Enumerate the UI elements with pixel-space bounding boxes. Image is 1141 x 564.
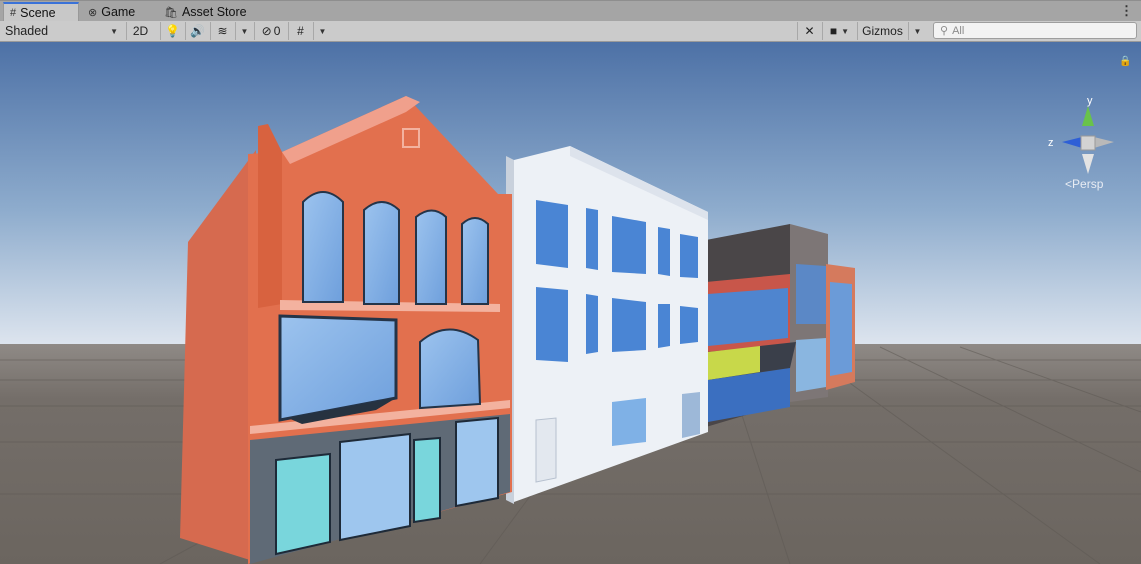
tab-asset-store-label: Asset Store	[181, 5, 247, 19]
search-field[interactable]: ⚲ All	[933, 22, 1137, 39]
chevron-down-icon: ▼	[841, 26, 850, 36]
chevron-left-icon: <	[1065, 177, 1073, 191]
eye-slash-icon: ⊘	[261, 24, 272, 38]
gizmos-button[interactable]: Gizmos	[857, 22, 907, 40]
gizmo-z-label: z	[1048, 137, 1054, 149]
gizmo-y-label: y	[1087, 95, 1093, 107]
audio-toggle[interactable]: 🔊	[185, 22, 209, 40]
tab-scene[interactable]: # Scene	[3, 2, 79, 22]
scene-viewport[interactable]: y z 🔒 <Persp	[0, 42, 1141, 564]
tools-button[interactable]: ✕	[797, 22, 821, 40]
grid-icon: #	[297, 24, 304, 38]
gizmo-z-axis-icon[interactable]	[1062, 137, 1082, 148]
grid-dropdown[interactable]: ▼	[313, 22, 331, 40]
toggle-2d-button[interactable]: 2D	[126, 22, 154, 40]
scene-toolbar: Shaded ▼ 2D 💡 🔊 ≋ ▼ ⊘ 0 # ▼ ✕ ■ ▼ Gizmos…	[0, 21, 1141, 42]
camera-icon: ■	[829, 24, 838, 38]
gizmos-dropdown[interactable]: ▼	[908, 22, 926, 40]
lock-icon[interactable]: 🔒	[1119, 56, 1131, 67]
chevron-down-icon: ▼	[110, 26, 118, 36]
chevron-down-icon: ▼	[913, 26, 922, 36]
lighting-toggle[interactable]: 💡	[160, 22, 184, 40]
scene-render	[0, 42, 1141, 564]
grid-icon: #	[10, 7, 17, 19]
chevron-down-icon: ▼	[318, 26, 327, 36]
tab-game-label: Game	[101, 5, 136, 19]
lightbulb-icon: 💡	[165, 24, 180, 38]
tools-icon: ✕	[804, 24, 815, 38]
shopping-bag-icon: 🛍	[164, 6, 178, 19]
gizmo-x-axis-icon[interactable]	[1094, 137, 1114, 148]
kebab-menu-icon[interactable]: ⋮	[1120, 3, 1133, 19]
effects-dropdown[interactable]: ▼	[235, 22, 253, 40]
layers-icon: ≋	[217, 24, 228, 38]
gamepad-icon: ⊗	[88, 6, 98, 19]
search-icon: ⚲	[940, 25, 949, 37]
chevron-down-icon: ▼	[240, 26, 249, 36]
grid-toggle[interactable]: #	[288, 22, 312, 40]
projection-label: Persp	[1072, 177, 1104, 191]
toggle-2d-label: 2D	[132, 24, 149, 38]
hidden-objects-toggle[interactable]: ⊘ 0	[254, 22, 287, 40]
gizmo-center-icon[interactable]	[1080, 135, 1096, 151]
projection-toggle[interactable]: <Persp	[1065, 177, 1103, 191]
tab-game[interactable]: ⊗ Game	[82, 2, 154, 22]
gizmo-neg-y-axis-icon[interactable]	[1082, 154, 1094, 174]
tab-scene-label: Scene	[20, 6, 56, 20]
hidden-objects-count: 0	[273, 24, 281, 38]
draw-mode-label: Shaded	[5, 24, 49, 38]
gizmos-label: Gizmos	[862, 24, 903, 38]
gizmo-y-axis-icon[interactable]	[1082, 106, 1094, 126]
tab-asset-store[interactable]: 🛍 Asset Store	[158, 2, 258, 22]
search-placeholder: All	[952, 24, 965, 37]
effects-toggle[interactable]: ≋	[210, 22, 234, 40]
editor-tab-bar: # Scene ⊗ Game 🛍 Asset Store ⋮	[0, 0, 1141, 22]
camera-settings-dropdown[interactable]: ■ ▼	[822, 22, 856, 40]
draw-mode-dropdown[interactable]: Shaded ▼	[0, 22, 122, 40]
speaker-icon: 🔊	[190, 24, 205, 38]
